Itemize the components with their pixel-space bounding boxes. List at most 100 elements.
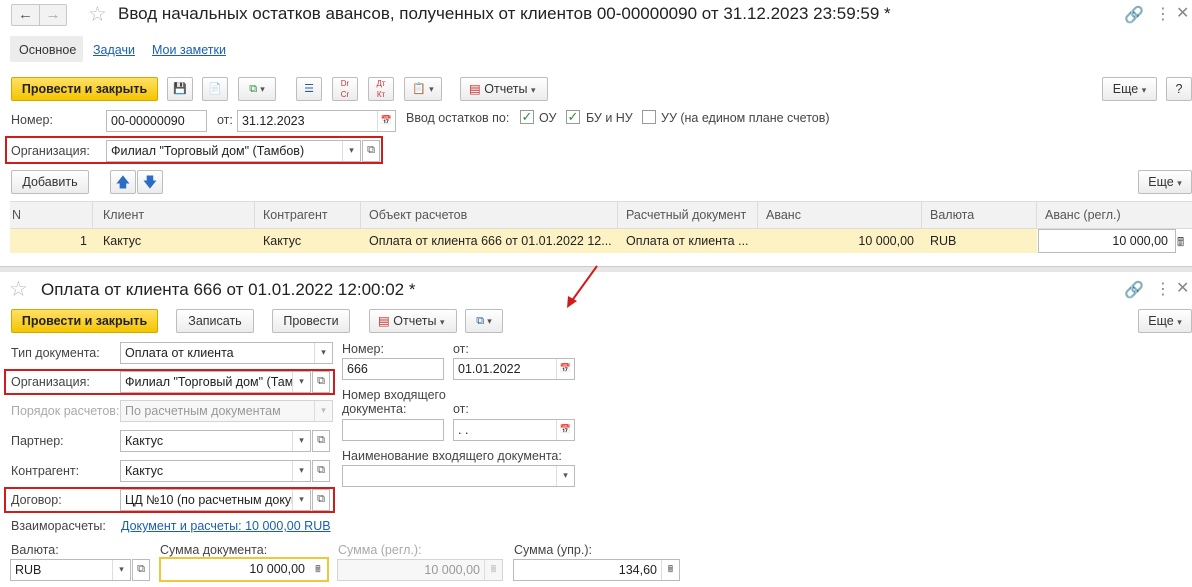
- number-field[interactable]: 666: [342, 358, 444, 380]
- open-icon[interactable]: ⧉: [312, 460, 330, 482]
- incoming-date-field[interactable]: . . 📅: [453, 419, 575, 441]
- dropdown-icon[interactable]: ▾: [556, 466, 574, 486]
- post-document-icon[interactable]: 📄: [202, 77, 228, 101]
- save-disk-icon[interactable]: 💾: [167, 77, 193, 101]
- date-field[interactable]: 01.01.2022 📅: [453, 358, 575, 380]
- cell-settlement-object: Оплата от клиента 666 от 01.01.2022 12..…: [369, 234, 612, 248]
- add-button[interactable]: Добавить: [11, 170, 89, 194]
- dropdown-icon[interactable]: ▾: [342, 141, 360, 161]
- col-n[interactable]: N: [10, 202, 93, 228]
- table-more-button[interactable]: Еще ▾: [1138, 170, 1192, 194]
- order-label: Порядок расчетов:: [11, 404, 120, 418]
- col-settlement-object[interactable]: Объект расчетов: [361, 202, 618, 228]
- contract-field[interactable]: ЦД №10 (по расчетным докум ▾: [120, 489, 311, 511]
- partner-label: Партнер:: [11, 434, 64, 448]
- incoming-number-field[interactable]: [342, 419, 444, 441]
- cell-n: 1: [80, 234, 87, 248]
- calendar-icon[interactable]: 📅: [556, 420, 574, 440]
- doc-sum-field[interactable]: 10 000,00 🖩: [159, 557, 329, 582]
- incoming-number-text: Номер входящего документа:: [342, 388, 446, 416]
- number-label: Номер:: [11, 113, 53, 127]
- cell-advance: 10 000,00: [858, 234, 914, 248]
- post-and-close-button[interactable]: Провести и закрыть: [11, 309, 158, 333]
- post-and-close-button[interactable]: Провести и закрыть: [11, 77, 158, 101]
- date-field[interactable]: 31.12.2023 📅: [237, 110, 396, 132]
- counterparty-value: Кактус: [125, 464, 164, 478]
- dropdown-icon[interactable]: ▾: [292, 431, 310, 451]
- forward-arrow-icon[interactable]: →: [39, 5, 66, 25]
- list-icon[interactable]: ☰: [296, 77, 322, 101]
- history-nav: ← →: [11, 4, 67, 26]
- cell-client: Кактус: [103, 234, 142, 248]
- open-icon[interactable]: ⧉: [362, 140, 380, 162]
- open-icon[interactable]: ⧉: [132, 559, 150, 581]
- dropdown-icon[interactable]: ▾: [292, 490, 310, 510]
- calendar-icon[interactable]: 📅: [377, 111, 395, 131]
- attachment-icon[interactable]: 📋 ▾: [404, 77, 442, 101]
- create-based-on-icon[interactable]: ⧉ ▾: [238, 77, 276, 101]
- favorite-star-icon[interactable]: ☆: [9, 279, 28, 301]
- tab-notes[interactable]: Мои заметки: [152, 43, 226, 57]
- uu-label: УУ (на едином плане счетов): [661, 111, 830, 125]
- more-button[interactable]: Еще ▾: [1138, 309, 1192, 333]
- tab-main-label[interactable]: Основное: [19, 43, 76, 57]
- uu-checkbox[interactable]: [642, 110, 656, 124]
- col-currency[interactable]: Валюта: [922, 202, 1037, 228]
- open-icon[interactable]: ⧉: [312, 489, 330, 511]
- col-advance-reg[interactable]: Аванс (регл.): [1037, 202, 1192, 228]
- dropdown-icon[interactable]: ▾: [292, 461, 310, 481]
- mgmt-sum-field[interactable]: 134,60 🖩: [513, 559, 680, 581]
- counterparty-field[interactable]: Кактус ▾: [120, 460, 311, 482]
- calculator-icon[interactable]: 🖩: [661, 560, 679, 580]
- calendar-icon[interactable]: 📅: [556, 359, 574, 379]
- close-icon[interactable]: ✕: [1176, 278, 1189, 298]
- more-vertical-icon[interactable]: ⋮: [1155, 4, 1171, 24]
- col-settlement-doc[interactable]: Расчетный документ: [618, 202, 758, 228]
- move-down-icon[interactable]: 🡇: [137, 170, 163, 194]
- incoming-name-field[interactable]: ▾: [342, 465, 575, 487]
- doc-type-field[interactable]: Оплата от клиента ▾: [120, 342, 333, 364]
- settlements-link[interactable]: Документ и расчеты: 10 000,00 RUB: [121, 519, 331, 533]
- organization-label: Организация:: [11, 375, 90, 389]
- page-title: Оплата от клиента 666 от 01.01.2022 12:0…: [41, 280, 416, 299]
- col-counterparty[interactable]: Контрагент: [255, 202, 361, 228]
- ou-checkbox[interactable]: ✓: [520, 110, 534, 124]
- partner-field[interactable]: Кактус ▾: [120, 430, 311, 452]
- counterparty-label: Контрагент:: [11, 464, 80, 478]
- create-based-on-icon[interactable]: ⧉ ▾: [465, 309, 503, 333]
- save-button[interactable]: Записать: [176, 309, 254, 333]
- organization-field[interactable]: Филиал "Торговый дом" (Тамбов) ▾: [106, 140, 361, 162]
- dropdown-icon[interactable]: ▾: [314, 343, 332, 363]
- favorite-star-icon[interactable]: ☆: [88, 4, 107, 26]
- link-icon[interactable]: 🔗: [1124, 280, 1144, 300]
- dropdown-icon[interactable]: ▾: [292, 372, 310, 392]
- back-arrow-icon[interactable]: ←: [12, 5, 39, 25]
- organization-field[interactable]: Филиал "Торговый дом" (Тамб ▾: [120, 371, 311, 393]
- move-up-icon[interactable]: 🡅: [110, 170, 136, 194]
- contract-label: Договор:: [11, 493, 62, 507]
- more-button[interactable]: Еще ▾: [1102, 77, 1157, 101]
- col-advance[interactable]: Аванс: [758, 202, 922, 228]
- col-client[interactable]: Клиент: [95, 202, 255, 228]
- organization-value: Филиал "Торговый дом" (Тамбов): [111, 144, 305, 158]
- open-icon[interactable]: ⧉: [312, 371, 330, 393]
- debit-credit-icon[interactable]: Dr Cr: [332, 77, 358, 101]
- open-icon[interactable]: ⧉: [312, 430, 330, 452]
- close-icon[interactable]: ✕: [1176, 3, 1189, 23]
- reports-button[interactable]: ▤ Отчеты ▾: [460, 77, 548, 101]
- calculator-icon[interactable]: 🖩: [309, 559, 327, 580]
- doc-type-label: Тип документа:: [11, 346, 100, 360]
- calculator-icon[interactable]: 🖩: [1177, 233, 1184, 254]
- post-button[interactable]: Провести: [272, 309, 350, 333]
- dropdown-icon[interactable]: ▾: [112, 560, 130, 580]
- dt-kt-icon[interactable]: Дт Кт: [368, 77, 394, 101]
- link-icon[interactable]: 🔗: [1124, 5, 1144, 25]
- more-vertical-icon[interactable]: ⋮: [1155, 279, 1171, 299]
- help-button[interactable]: ?: [1166, 77, 1192, 101]
- bu-nu-checkbox[interactable]: ✓: [566, 110, 580, 124]
- reports-button[interactable]: ▤ Отчеты ▾: [369, 309, 457, 333]
- number-field[interactable]: 00-00000090: [106, 110, 207, 132]
- reg-sum-field: 10 000,00 🖩: [337, 559, 503, 581]
- tab-tasks[interactable]: Задачи: [93, 43, 135, 57]
- currency-field[interactable]: RUB ▾: [10, 559, 131, 581]
